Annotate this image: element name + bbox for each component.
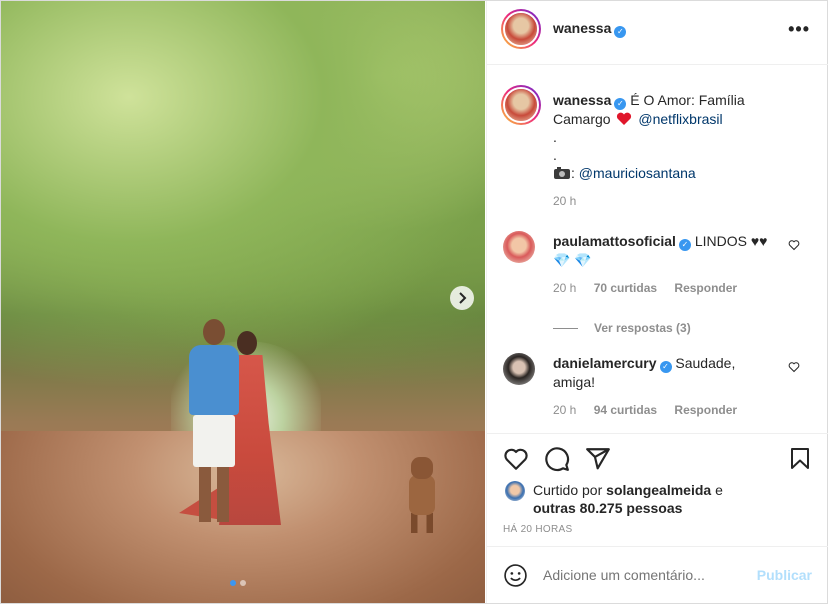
view-replies-row[interactable]: Ver respostas (3) [553,321,691,335]
post-photo[interactable] [1,1,485,603]
author-name-row: wanessa ✓ [553,20,627,38]
comment-text-line2: amiga! [553,374,596,390]
carousel-dot [240,580,246,586]
caption-time[interactable]: 20 h [553,194,576,208]
caption-text-line1: É O Amor: Família [630,92,745,108]
carousel-next-button[interactable] [450,286,474,310]
likes-others[interactable]: outras 80.275 pessoas [533,500,682,516]
likes-summary: Curtido por solangealmeida e outras 80.2… [533,481,793,517]
view-replies-link[interactable]: Ver respostas (3) [594,321,691,335]
post-sidebar: wanessa ✓ ••• wanessa ✓ É O Amor: Família … [486,1,828,603]
comment-time[interactable]: 20 h [553,403,576,417]
post-timestamp[interactable]: HÁ 20 HORAS [503,524,572,535]
photo-credit-prefix: : [571,165,575,181]
emoji-icon[interactable] [503,563,528,588]
chevron-right-icon [459,292,467,304]
photo-man [187,319,243,524]
comment-reply-button[interactable]: Responder [674,403,737,417]
comment-username[interactable]: paulamattosoficial [553,233,676,249]
carousel-dots [230,580,246,586]
caption-dot-2: . [553,147,557,163]
verified-badge-icon: ✓ [659,361,672,373]
caption-mention-netflix[interactable]: @netflixbrasil [638,111,722,127]
comment-username[interactable]: danielamercury [553,355,657,371]
comment-meta: 20 h 70 curtidas Responder [553,281,737,295]
comment-time[interactable]: 20 h [553,281,576,295]
caption-dot-1: . [553,129,557,145]
commenter-avatar-danielamercury[interactable] [503,353,535,385]
author-username[interactable]: wanessa [553,20,611,36]
more-options-icon[interactable]: ••• [788,19,810,40]
publish-button[interactable]: Publicar [757,567,812,583]
likes-mid: e [715,482,723,498]
comment-text: Saudade, [675,355,736,371]
comment-like-heart-icon[interactable] [788,361,800,373]
caption: wanessa ✓ É O Amor: Família Camargo @netf… [553,91,803,182]
caption-text-line2: Camargo [553,111,611,127]
comment-like-heart-icon[interactable] [788,239,800,251]
likes-prefix: Curtido por [533,482,603,498]
bookmark-icon[interactable] [788,446,812,472]
author-avatar[interactable] [501,9,541,49]
comment-paulamattos: paulamattosoficial ✓ LINDOS ♥♥ 💎 💎 [553,232,793,269]
share-icon[interactable] [585,446,611,472]
post-actions: Curtido por solangealmeida e outras 80.2… [487,433,828,546]
comment-emoji: 💎 💎 [553,252,592,268]
comment-reply-button[interactable]: Responder [674,281,737,295]
comment-icon[interactable] [544,446,570,472]
comment-likes[interactable]: 94 curtidas [594,403,657,417]
commenter-avatar-paulamattos[interactable] [503,231,535,263]
post-frame: wanessa ✓ ••• wanessa ✓ É O Amor: Família … [0,0,828,604]
comment-likes[interactable]: 70 curtidas [594,281,657,295]
verified-badge-icon: ✓ [614,26,627,38]
comment-text: LINDOS ♥♥ [694,233,768,249]
replies-divider [553,327,578,329]
caption-author-avatar[interactable] [501,85,541,125]
heart-icon[interactable] [503,446,529,472]
add-comment-bar: Publicar [487,546,828,604]
verified-badge-icon: ✓ [614,98,627,110]
caption-mention-photographer[interactable]: @mauriciosantana [579,165,696,181]
comment-meta: 20 h 94 curtidas Responder [553,403,737,417]
carousel-dot-active [230,580,236,586]
post-header: wanessa ✓ ••• [487,1,828,65]
caption-username[interactable]: wanessa [553,92,611,108]
comment-danielamercury: danielamercury ✓ Saudade, amiga! [553,354,793,391]
likes-user[interactable]: solangealmeida [606,482,711,498]
verified-badge-icon: ✓ [678,239,691,251]
camera-icon [554,167,570,179]
comments-section: wanessa ✓ É O Amor: Família Camargo @netf… [487,65,828,433]
liker-avatar[interactable] [505,481,525,501]
comment-input[interactable] [543,565,743,585]
red-heart-icon [617,112,632,125]
photo-dog [405,457,439,533]
